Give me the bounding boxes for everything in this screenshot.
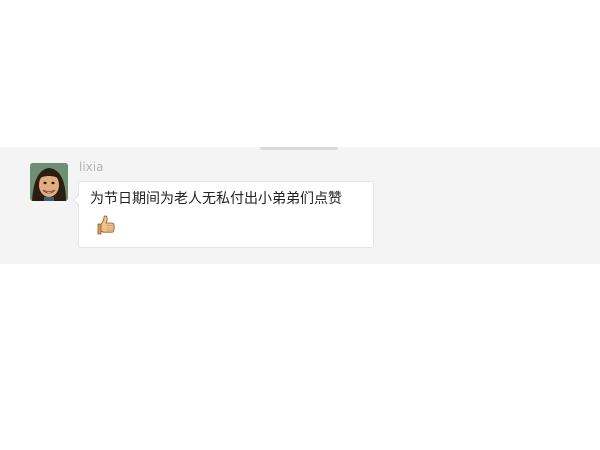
message-text: 为节日期间为老人无私付出小弟弟们点赞 xyxy=(90,191,342,207)
resize-handle[interactable] xyxy=(260,147,338,150)
avatar[interactable] xyxy=(30,163,68,201)
sender-name: lixia xyxy=(79,160,104,174)
thumbs-up-icon xyxy=(93,213,117,237)
bubble-tail-fill xyxy=(74,195,80,205)
chat-window: lixia 为节日期间为老人无私付出小弟弟们点赞 xyxy=(0,0,600,450)
avatar-image xyxy=(30,163,68,201)
